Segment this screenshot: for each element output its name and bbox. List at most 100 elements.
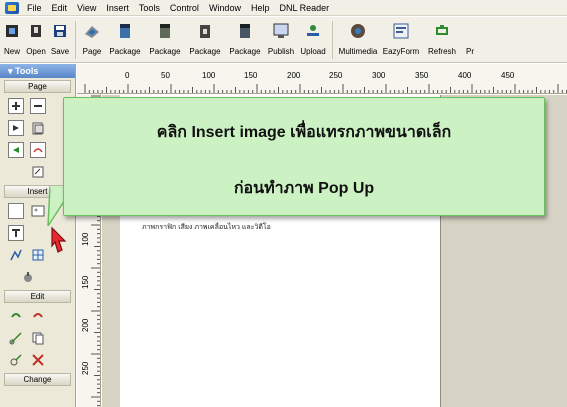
package-button-1[interactable]: Package bbox=[105, 17, 145, 62]
refresh-icon bbox=[432, 20, 452, 42]
add-page-icon[interactable] bbox=[8, 120, 24, 136]
page-properties-icon[interactable] bbox=[30, 164, 46, 180]
page-text[interactable]: ภาพกราฟิก เสียง ภาพเคลื่อนไหว และวิดีโอ bbox=[142, 222, 271, 233]
package-label-4: Package bbox=[229, 47, 261, 56]
undo-icon[interactable] bbox=[8, 308, 24, 324]
page-copy-icon[interactable] bbox=[30, 120, 46, 136]
package-label-1: Package bbox=[109, 47, 141, 56]
page-label: Page bbox=[82, 47, 102, 56]
tool-row bbox=[0, 327, 75, 349]
ruler-horizontal: 0 50 100 150 200 250 300 350 400 450 bbox=[77, 64, 567, 94]
plus-icon[interactable] bbox=[8, 98, 24, 114]
toolbar-separator bbox=[332, 21, 333, 59]
package-button-4[interactable]: Package bbox=[225, 17, 265, 62]
tools-header[interactable]: ▾ Tools bbox=[0, 64, 75, 78]
tools-section-change[interactable]: Change bbox=[4, 373, 71, 386]
ruler-label: 150 bbox=[81, 275, 90, 289]
package-icon bbox=[115, 20, 135, 42]
menu-help[interactable]: Help bbox=[246, 0, 275, 16]
upload-label: Upload bbox=[300, 47, 326, 56]
new-button[interactable]: New bbox=[0, 17, 24, 62]
publish-button[interactable]: Publish bbox=[265, 17, 297, 62]
menu-window[interactable]: Window bbox=[204, 0, 246, 16]
package-label-3: Package bbox=[189, 47, 221, 56]
ruler-label: 200 bbox=[81, 318, 90, 332]
eazyform-icon bbox=[391, 20, 411, 42]
upload-button[interactable]: Upload bbox=[297, 17, 329, 62]
refresh-button[interactable]: Refresh bbox=[422, 17, 462, 62]
preview-button[interactable]: Pr bbox=[460, 17, 480, 62]
page-icon bbox=[82, 20, 102, 42]
open-icon bbox=[26, 20, 46, 42]
open-label: Open bbox=[26, 47, 46, 56]
cut-icon[interactable] bbox=[8, 330, 24, 346]
ruler-label: 200 bbox=[287, 71, 301, 80]
menu-bar: File Edit View Insert Tools Control Wind… bbox=[0, 0, 567, 16]
rectangle-icon[interactable] bbox=[8, 203, 24, 219]
ruler-label: 300 bbox=[372, 71, 386, 80]
save-label: Save bbox=[50, 47, 70, 56]
tool-row bbox=[0, 266, 75, 288]
ruler-ticks bbox=[84, 84, 567, 93]
refresh-label: Refresh bbox=[427, 47, 456, 56]
callout-line-2: ก่อนทำภาพ Pop Up bbox=[233, 180, 375, 197]
publish-label: Publish bbox=[267, 47, 295, 56]
menu-edit[interactable]: Edit bbox=[47, 0, 73, 16]
tools-title: Tools bbox=[15, 66, 39, 76]
package-button-3[interactable]: Package bbox=[185, 17, 225, 62]
preview-icon bbox=[460, 20, 480, 42]
multimedia-icon bbox=[348, 20, 368, 42]
ruler-label: 400 bbox=[458, 71, 472, 80]
tool-row bbox=[0, 349, 75, 371]
copy-icon[interactable] bbox=[30, 330, 46, 346]
minus-icon[interactable] bbox=[30, 98, 46, 114]
ruler-label: 50 bbox=[161, 71, 170, 80]
menu-insert[interactable]: Insert bbox=[101, 0, 134, 16]
menu-file[interactable]: File bbox=[22, 0, 47, 16]
menu-tools[interactable]: Tools bbox=[134, 0, 165, 16]
delete-icon[interactable] bbox=[30, 352, 46, 368]
redo-icon[interactable] bbox=[30, 308, 46, 324]
new-label: New bbox=[3, 47, 20, 56]
eazyform-button[interactable]: EazyForm bbox=[380, 17, 422, 62]
menu-control[interactable]: Control bbox=[165, 0, 204, 16]
menu-dnl-reader[interactable]: DNL Reader bbox=[274, 0, 334, 16]
page-button[interactable]: Page bbox=[79, 17, 105, 62]
next-page-icon[interactable] bbox=[30, 142, 46, 158]
ruler-label: 250 bbox=[329, 71, 343, 80]
menu-view[interactable]: View bbox=[72, 0, 101, 16]
save-icon bbox=[50, 20, 70, 42]
tool-row bbox=[0, 305, 75, 327]
paste-icon[interactable] bbox=[8, 352, 24, 368]
package-icon bbox=[235, 20, 255, 42]
toolbar-separator bbox=[75, 21, 76, 59]
ruler-label: 450 bbox=[501, 71, 515, 80]
package-icon bbox=[155, 20, 175, 42]
ruler-label: 100 bbox=[81, 232, 90, 246]
package-icon bbox=[195, 20, 215, 42]
text-icon[interactable] bbox=[8, 225, 24, 241]
ruler-label: 100 bbox=[202, 71, 216, 80]
insert-table-icon[interactable] bbox=[30, 247, 46, 263]
save-button[interactable]: Save bbox=[48, 17, 72, 62]
ruler-label: 350 bbox=[415, 71, 429, 80]
ruler-label: 250 bbox=[81, 361, 90, 375]
open-button[interactable]: Open bbox=[24, 17, 48, 62]
preview-label: Pr bbox=[466, 47, 474, 56]
app-icon bbox=[5, 1, 19, 14]
insert-sound-icon[interactable] bbox=[20, 269, 36, 285]
tools-section-edit[interactable]: Edit bbox=[4, 290, 71, 303]
ruler-label: 150 bbox=[244, 71, 258, 80]
main-toolbar: New Open Save Page Package Package Packa… bbox=[0, 17, 567, 63]
back-page-icon[interactable] bbox=[8, 142, 24, 158]
multimedia-button[interactable]: Multimedia bbox=[336, 17, 380, 62]
insert-object-icon[interactable] bbox=[30, 225, 46, 241]
package-button-2[interactable]: Package bbox=[145, 17, 185, 62]
callout-line-1: คลิก Insert image เพื่อแทรกภาพขนาดเล็ก bbox=[156, 124, 452, 141]
new-icon bbox=[2, 20, 22, 42]
multimedia-label: Multimedia bbox=[338, 47, 378, 56]
insert-link-icon[interactable] bbox=[8, 247, 24, 263]
eazyform-label: EazyForm bbox=[382, 47, 420, 56]
upload-icon bbox=[303, 20, 323, 42]
tools-section-page[interactable]: Page bbox=[4, 80, 71, 93]
